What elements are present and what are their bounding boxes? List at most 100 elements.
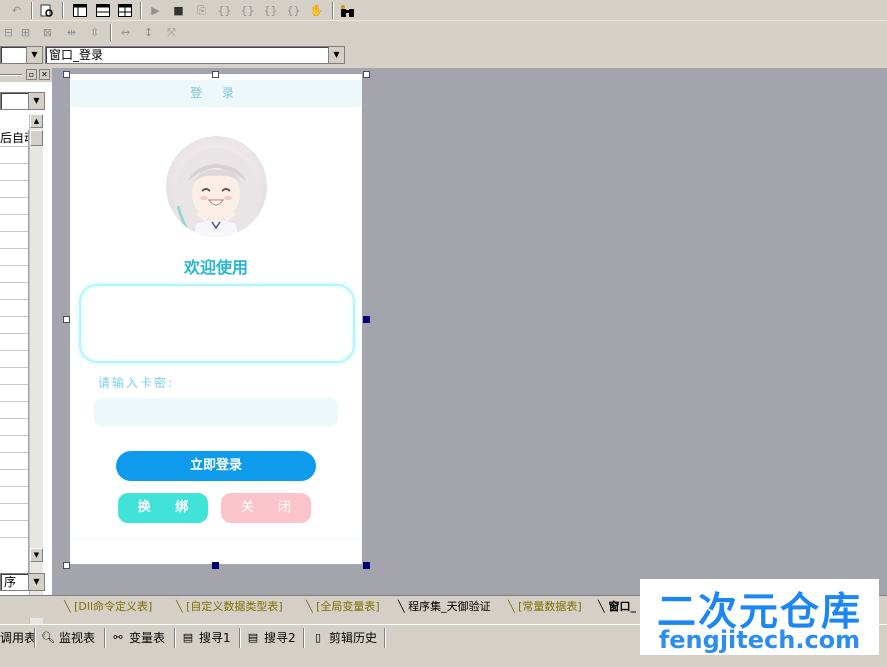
toolbar-separator xyxy=(62,2,64,19)
info-textbox[interactable] xyxy=(79,284,355,363)
chevron-down-icon[interactable]: ▼ xyxy=(26,47,42,63)
close-icon[interactable]: ✕ xyxy=(39,69,50,80)
step-into-icon[interactable]: {} xyxy=(216,2,233,19)
property-row[interactable] xyxy=(0,504,28,521)
avatar xyxy=(166,136,267,237)
property-row[interactable] xyxy=(0,249,28,266)
property-row[interactable]: 后自动 xyxy=(0,130,28,147)
property-row[interactable] xyxy=(0,402,28,419)
tab-custom-types[interactable]: ╲ [自定义数据类型表] xyxy=(176,598,283,616)
property-row[interactable] xyxy=(0,385,28,402)
property-row[interactable] xyxy=(0,147,28,164)
tab-variable-table[interactable]: ⚯ 变量表 xyxy=(111,629,165,647)
binoculars-icon[interactable] xyxy=(339,2,356,19)
align-right-icon[interactable]: ⊠ xyxy=(39,24,56,41)
step-over-icon[interactable]: {} xyxy=(239,2,256,19)
property-row[interactable] xyxy=(0,266,28,283)
resize-handle[interactable] xyxy=(363,316,370,323)
property-row[interactable] xyxy=(0,334,28,351)
tab-assembly[interactable]: ╲ 程序集_天御验证 xyxy=(398,598,491,616)
chevron-down-icon[interactable]: ▼ xyxy=(28,93,44,109)
property-row[interactable] xyxy=(0,368,28,385)
layout-3-icon[interactable] xyxy=(116,2,133,19)
property-row[interactable] xyxy=(0,232,28,249)
tab-constants[interactable]: ╲ [常量数据表] xyxy=(508,598,582,616)
tab-search-1[interactable]: ▤ 搜寻1 xyxy=(181,629,231,647)
tab-global-vars[interactable]: ╲ [全局变量表] xyxy=(306,598,380,616)
tab-dll-commands[interactable]: ╲ [Dll命令定义表] xyxy=(64,598,152,616)
undo-icon[interactable]: ↶ xyxy=(8,2,25,19)
property-sort-value: 序 xyxy=(4,575,17,589)
maximize-icon[interactable]: ▫ xyxy=(26,69,37,80)
chevron-down-icon[interactable]: ▼ xyxy=(28,574,44,590)
main-toolbar: ↶ ▶ ■ ⎘ {} {} {} {} ✋ xyxy=(0,0,887,21)
hand-icon[interactable]: ✋ xyxy=(308,2,325,19)
tab-label: 搜寻2 xyxy=(264,631,296,645)
space-h-icon[interactable]: ⇹ xyxy=(63,24,80,41)
property-row[interactable] xyxy=(0,198,28,215)
object-selector[interactable]: ▼ xyxy=(0,46,43,64)
tab-call-table[interactable]: 调用表 xyxy=(0,629,36,647)
step-icon[interactable]: ⎘ xyxy=(193,2,210,19)
window-selector[interactable]: 窗口_登录 ▼ xyxy=(45,46,345,64)
toolbar-separator xyxy=(31,2,33,19)
step-out-icon[interactable]: {} xyxy=(262,2,279,19)
chevron-down-icon[interactable]: ▼ xyxy=(328,47,344,63)
align-left-icon[interactable]: ⊟ xyxy=(0,24,17,41)
layout-2-icon[interactable] xyxy=(94,2,111,19)
login-button[interactable]: 立即登录 xyxy=(116,451,316,481)
resize-handle[interactable] xyxy=(363,562,370,569)
card-label: 请输入卡密: xyxy=(98,376,175,390)
property-row[interactable] xyxy=(0,215,28,232)
unbind-button[interactable]: 换 绑 xyxy=(118,493,208,523)
watermark-domain: fengjitech.com xyxy=(658,626,861,654)
tab-search-2[interactable]: ▤ 搜寻2 xyxy=(246,629,296,647)
property-row[interactable] xyxy=(0,300,28,317)
card-key-input[interactable] xyxy=(94,398,338,426)
align-center-icon[interactable]: ⊞ xyxy=(17,24,34,41)
property-row[interactable] xyxy=(0,521,28,538)
login-window-preview[interactable]: 登 录 欢迎使用 请输入卡密: 立即登录 换 绑 关 闭 xyxy=(70,74,362,564)
scroll-up-icon[interactable]: ▲ xyxy=(30,114,43,128)
close-button[interactable]: 关 闭 xyxy=(221,493,311,523)
property-sort-dropdown[interactable]: 序 ▼ xyxy=(0,573,45,591)
separator xyxy=(174,628,176,648)
property-row[interactable] xyxy=(0,181,28,198)
separator xyxy=(384,628,386,648)
property-row[interactable] xyxy=(0,419,28,436)
resize-handle[interactable] xyxy=(63,316,70,323)
layout-1-icon[interactable] xyxy=(71,2,88,19)
property-grid: 后自动 xyxy=(0,130,29,578)
scroll-down-icon[interactable]: ▼ xyxy=(30,548,43,562)
resize-handle[interactable] xyxy=(212,71,219,78)
property-row[interactable] xyxy=(0,436,28,453)
scroll-thumb[interactable] xyxy=(30,130,43,146)
run-to-cursor-icon[interactable]: {} xyxy=(285,2,302,19)
property-row[interactable] xyxy=(0,283,28,300)
tab-label: 程序集_天御验证 xyxy=(408,600,491,613)
resize-handle[interactable] xyxy=(212,562,219,569)
run-icon[interactable]: ▶ xyxy=(147,2,164,19)
property-row[interactable] xyxy=(0,487,28,504)
property-row[interactable] xyxy=(0,470,28,487)
space-v-icon[interactable]: ⇳ xyxy=(86,24,103,41)
stop-icon[interactable]: ■ xyxy=(170,2,187,19)
property-row[interactable] xyxy=(0,351,28,368)
tab-clip-history[interactable]: ▯ 剪辑历史 xyxy=(311,629,377,647)
resize-handle[interactable] xyxy=(363,71,370,78)
same-width-icon[interactable]: ↔ xyxy=(117,24,134,41)
same-size-icon[interactable]: ⤧ xyxy=(163,24,180,41)
property-row[interactable] xyxy=(0,317,28,334)
property-row[interactable] xyxy=(0,453,28,470)
find-icon[interactable] xyxy=(38,2,55,19)
resize-handle[interactable] xyxy=(63,71,70,78)
property-row[interactable] xyxy=(0,164,28,181)
resize-handle[interactable] xyxy=(63,562,70,569)
property-object-dropdown[interactable]: ▼ xyxy=(0,92,45,110)
tab-window[interactable]: ╲ 窗口_ xyxy=(598,598,636,616)
property-scrollbar[interactable]: ▲ ▼ xyxy=(29,114,43,636)
tab-label: [常量数据表] xyxy=(518,600,582,613)
same-height-icon[interactable]: ↕ xyxy=(140,24,157,41)
tab-watch-table[interactable]: 🔍︎ 监视表 xyxy=(41,629,95,647)
separator xyxy=(303,628,305,648)
